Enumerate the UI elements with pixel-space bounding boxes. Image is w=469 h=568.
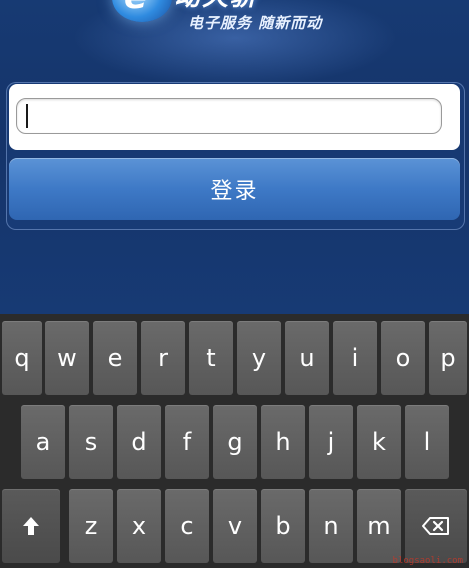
text-caret: [26, 104, 28, 128]
soft-keyboard: q w e r t y u i o p a s d f g h j k l z …: [0, 314, 469, 568]
login-button[interactable]: 登录: [9, 158, 460, 220]
shift-key[interactable]: [2, 489, 60, 563]
key-d[interactable]: d: [117, 405, 161, 479]
logo-wordmark: 动天骄: [174, 0, 258, 10]
key-c[interactable]: c: [165, 489, 209, 563]
key-b[interactable]: b: [261, 489, 305, 563]
key-n[interactable]: n: [309, 489, 353, 563]
key-w[interactable]: w: [45, 321, 89, 395]
key-i[interactable]: i: [333, 321, 377, 395]
key-m[interactable]: m: [357, 489, 401, 563]
key-t[interactable]: t: [189, 321, 233, 395]
slogan: 电子服务 随新而动: [188, 14, 323, 32]
key-e[interactable]: e: [93, 321, 137, 395]
key-u[interactable]: u: [285, 321, 329, 395]
key-v[interactable]: v: [213, 489, 257, 563]
key-f[interactable]: f: [165, 405, 209, 479]
key-g[interactable]: g: [213, 405, 257, 479]
key-p[interactable]: p: [429, 321, 467, 395]
key-h[interactable]: h: [261, 405, 305, 479]
key-s[interactable]: s: [69, 405, 113, 479]
key-q[interactable]: q: [2, 321, 42, 395]
key-l[interactable]: l: [405, 405, 449, 479]
backspace-key[interactable]: [405, 489, 467, 563]
key-j[interactable]: j: [309, 405, 353, 479]
app-screen: e 动天骄 电子服务 随新而动 登录: [0, 0, 469, 314]
key-z[interactable]: z: [69, 489, 113, 563]
key-k[interactable]: k: [357, 405, 401, 479]
key-a[interactable]: a: [21, 405, 65, 479]
brand-header: e 动天骄 电子服务 随新而动: [0, 0, 469, 70]
key-r[interactable]: r: [141, 321, 185, 395]
account-input[interactable]: [16, 98, 442, 134]
backspace-icon: [422, 517, 449, 535]
key-x[interactable]: x: [117, 489, 161, 563]
logo-letter: e: [124, 0, 147, 14]
e-logo-icon: e: [112, 0, 172, 22]
shift-arrow-icon: [23, 517, 39, 535]
watermark: blogsaoli.com: [392, 556, 463, 566]
key-o[interactable]: o: [381, 321, 425, 395]
key-y[interactable]: y: [237, 321, 281, 395]
